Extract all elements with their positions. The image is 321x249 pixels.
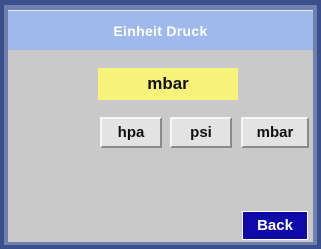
current-unit-display: mbar bbox=[98, 68, 238, 100]
unit-button-hpa[interactable]: hpa bbox=[100, 117, 162, 148]
unit-button-mbar[interactable]: mbar bbox=[241, 117, 309, 148]
title-bar: Einheit Druck bbox=[8, 11, 313, 50]
display-screen: Einheit Druck mbar hpa psi mbar Back bbox=[8, 10, 313, 242]
page-title: Einheit Druck bbox=[113, 22, 208, 39]
unit-button-psi[interactable]: psi bbox=[170, 117, 232, 148]
device-frame: Einheit Druck mbar hpa psi mbar Back bbox=[0, 0, 321, 249]
back-button[interactable]: Back bbox=[242, 211, 308, 240]
